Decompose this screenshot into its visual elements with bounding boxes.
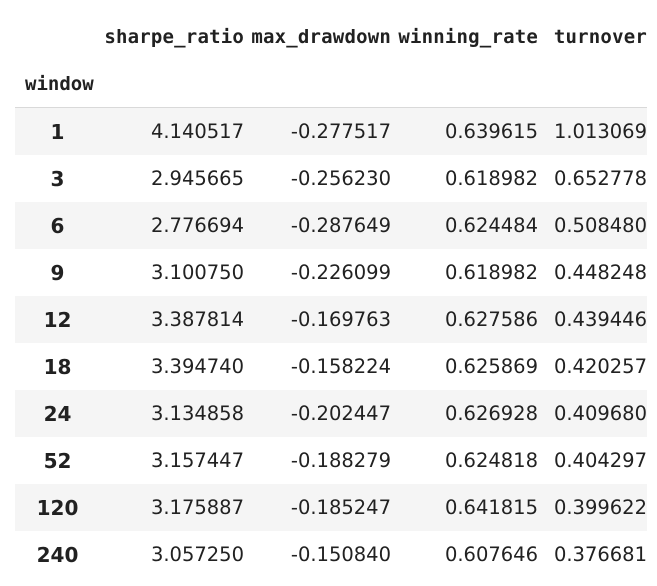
sharpe-ratio-cell: 3.057250 <box>150 543 244 566</box>
turnover-cell: 0.409680 <box>553 402 647 425</box>
table-row: 18 3.394740 -0.158224 0.625869 0.420257 <box>15 343 647 390</box>
turnover-cell: 0.508480 <box>553 214 647 237</box>
winning-rate-cell: 0.627586 <box>444 308 538 331</box>
max-drawdown-cell: -0.185247 <box>290 496 391 519</box>
sharpe-ratio-cell: 2.776694 <box>150 214 244 237</box>
table-row: 3 2.945665 -0.256230 0.618982 0.652778 <box>15 155 647 202</box>
table-row: 6 2.776694 -0.287649 0.624484 0.508480 <box>15 202 647 249</box>
max-drawdown-cell: -0.169763 <box>290 308 391 331</box>
winning-rate-cell: 0.625869 <box>444 355 538 378</box>
column-header-turnover: turnover <box>553 25 647 48</box>
output-cell: sharpe_ratio max_drawdown winning_rate t… <box>0 0 657 586</box>
table-row: 24 3.134858 -0.202447 0.626928 0.409680 <box>15 390 647 437</box>
turnover-cell: 1.013069 <box>553 120 647 143</box>
table-row: 240 3.057250 -0.150840 0.607646 0.376681 <box>15 531 647 578</box>
table-row: 9 3.100750 -0.226099 0.618982 0.448248 <box>15 249 647 296</box>
max-drawdown-cell: -0.158224 <box>290 355 391 378</box>
max-drawdown-cell: -0.150840 <box>290 543 391 566</box>
index-name: window <box>25 72 94 95</box>
table-row: 12 3.387814 -0.169763 0.627586 0.439446 <box>15 296 647 343</box>
winning-rate-cell: 0.607646 <box>444 543 538 566</box>
column-header-winning-rate: winning_rate <box>398 25 538 48</box>
max-drawdown-cell: -0.202447 <box>290 402 391 425</box>
dataframe-table: sharpe_ratio max_drawdown winning_rate t… <box>15 13 647 578</box>
max-drawdown-cell: -0.287649 <box>290 214 391 237</box>
row-index: 52 <box>43 448 72 473</box>
sharpe-ratio-cell: 4.140517 <box>150 120 244 143</box>
turnover-cell: 0.376681 <box>553 543 647 566</box>
turnover-cell: 0.652778 <box>553 167 647 190</box>
turnover-cell: 0.399622 <box>553 496 647 519</box>
row-index: 18 <box>43 354 72 379</box>
turnover-cell: 0.439446 <box>553 308 647 331</box>
turnover-cell: 0.404297 <box>553 449 647 472</box>
table-row: 52 3.157447 -0.188279 0.624818 0.404297 <box>15 437 647 484</box>
winning-rate-cell: 0.618982 <box>444 167 538 190</box>
turnover-cell: 0.420257 <box>553 355 647 378</box>
max-drawdown-cell: -0.256230 <box>290 167 391 190</box>
row-index: 120 <box>36 495 79 520</box>
winning-rate-cell: 0.618982 <box>444 261 538 284</box>
winning-rate-cell: 0.641815 <box>444 496 538 519</box>
max-drawdown-cell: -0.277517 <box>290 120 391 143</box>
index-header-row: window <box>15 60 647 108</box>
winning-rate-cell: 0.626928 <box>444 402 538 425</box>
sharpe-ratio-cell: 3.175887 <box>150 496 244 519</box>
turnover-cell: 0.448248 <box>553 261 647 284</box>
row-index: 9 <box>50 260 65 285</box>
table-header: sharpe_ratio max_drawdown winning_rate t… <box>15 13 647 108</box>
winning-rate-cell: 0.624818 <box>444 449 538 472</box>
row-index: 6 <box>50 213 65 238</box>
sharpe-ratio-cell: 3.387814 <box>150 308 244 331</box>
winning-rate-cell: 0.624484 <box>444 214 538 237</box>
sharpe-ratio-cell: 3.157447 <box>150 449 244 472</box>
row-index: 3 <box>50 166 65 191</box>
sharpe-ratio-cell: 2.945665 <box>150 167 244 190</box>
column-header-sharpe-ratio: sharpe_ratio <box>104 25 244 48</box>
row-index: 1 <box>50 119 65 144</box>
table-row: 120 3.175887 -0.185247 0.641815 0.399622 <box>15 484 647 531</box>
table-body: 1 4.140517 -0.277517 0.639615 1.013069 3 2.945… <box>15 107 647 578</box>
sharpe-ratio-cell: 3.134858 <box>150 402 244 425</box>
column-header-row: sharpe_ratio max_drawdown winning_rate t… <box>15 13 647 60</box>
row-index: 240 <box>36 542 79 567</box>
winning-rate-cell: 0.639615 <box>444 120 538 143</box>
sharpe-ratio-cell: 3.394740 <box>150 355 244 378</box>
max-drawdown-cell: -0.226099 <box>290 261 391 284</box>
table-row: 1 4.140517 -0.277517 0.639615 1.013069 <box>15 107 647 155</box>
sharpe-ratio-cell: 3.100750 <box>150 261 244 284</box>
column-header-max-drawdown: max_drawdown <box>251 25 391 48</box>
max-drawdown-cell: -0.188279 <box>290 449 391 472</box>
row-index: 12 <box>43 307 72 332</box>
header-corner <box>15 13 96 60</box>
row-index: 24 <box>43 401 72 426</box>
